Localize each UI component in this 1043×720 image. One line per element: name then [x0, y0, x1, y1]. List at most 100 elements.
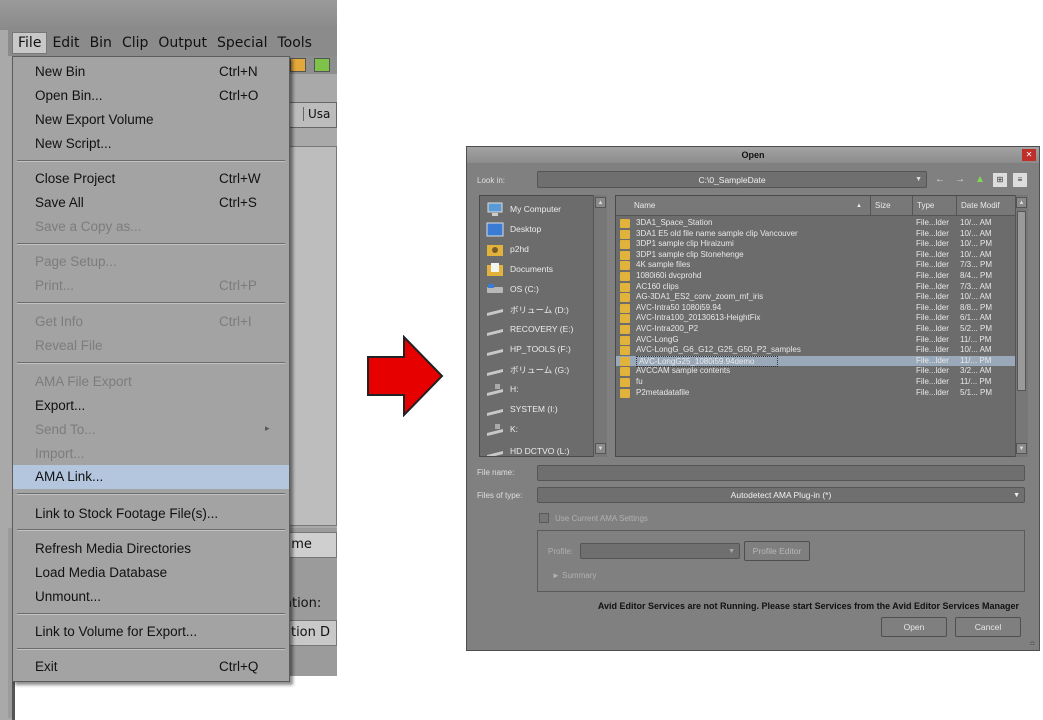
place-os-c[interactable]: OS (C:) [484, 280, 592, 300]
menu-item-export[interactable]: Export... [13, 394, 289, 418]
file-row[interactable]: AVC-Intra100_20130613-HeightFix File...ld… [616, 313, 1016, 324]
toolbar-minimize-button[interactable] [290, 58, 306, 72]
file-row[interactable]: AVC-Intra200_P2 File...lder 5/2... PM [616, 324, 1016, 335]
menu-item-print: Print... Ctrl+P [13, 274, 289, 298]
place-desktop[interactable]: Desktop [484, 220, 592, 240]
menu-bin[interactable]: Bin [85, 33, 117, 53]
menu-item-link-volume-export[interactable]: Link to Volume for Export... [13, 620, 289, 644]
menu-item-load-media-database[interactable]: Load Media Database [13, 561, 289, 585]
place-drive-h[interactable]: H: [484, 380, 592, 400]
files-of-type-select[interactable]: Autodetect AMA Plug-in (*) ▼ [537, 487, 1025, 503]
menu-item-new-bin[interactable]: New Bin Ctrl+N [13, 60, 289, 84]
places-sidebar: My Computer Desktop p2hd Documents OS (C… [479, 195, 607, 457]
file-date: 7/3... AM [960, 281, 992, 291]
menu-item-exit[interactable]: Exit Ctrl+Q [13, 655, 289, 679]
background-tab[interactable]: Usa [303, 107, 330, 121]
file-row[interactable]: 3DA1_Space_Station File...lder 10/... AM [616, 218, 1016, 229]
file-row[interactable]: AVCCAM sample contents File...lder 3/2... … [616, 366, 1016, 377]
file-row[interactable]: fu File...lder 11/... PM [616, 377, 1016, 388]
menu-output[interactable]: Output [153, 33, 212, 53]
file-date: 6/1... AM [960, 313, 992, 323]
scroll-up-icon[interactable]: ▲ [595, 197, 606, 208]
use-ama-settings-label: Use Current AMA Settings [555, 514, 648, 523]
resize-grip-icon[interactable]: ≏ [1029, 639, 1036, 648]
column-label: Name [634, 201, 656, 210]
scroll-down-icon[interactable]: ▼ [1016, 443, 1027, 454]
back-icon[interactable]: ← [933, 173, 947, 187]
column-type-header[interactable]: Type [912, 196, 956, 216]
documents-icon [487, 263, 503, 276]
menu-item-new-script[interactable]: New Script... [13, 132, 289, 156]
places-scrollbar[interactable]: ▲ ▼ [593, 195, 607, 457]
place-drive-d[interactable]: ボリューム (D:) [484, 300, 592, 320]
file-row-selected[interactable]: AVC-LongG25_1080i59.94demo File...lder 11/… [616, 355, 1016, 367]
toolbar-green-button[interactable] [314, 58, 330, 72]
cancel-button[interactable]: Cancel [955, 617, 1021, 637]
place-system-i[interactable]: SYSTEM (I:) [484, 400, 592, 420]
menu-item-label: Page Setup... [35, 254, 117, 269]
file-date: 8/8... PM [960, 302, 993, 312]
up-folder-icon[interactable]: ▲ [973, 173, 987, 187]
file-name: AVC-LongG [636, 334, 679, 344]
file-row[interactable]: AC160 clips File...lder 7/3... AM [616, 282, 1016, 293]
place-recovery-e[interactable]: RECOVERY (E:) [484, 320, 592, 340]
file-list-scrollbar[interactable]: ▲ ▼ [1015, 195, 1028, 457]
menu-item-open-bin[interactable]: Open Bin... Ctrl+O [13, 84, 289, 108]
menu-clip[interactable]: Clip [117, 33, 153, 53]
place-hp-tools-f[interactable]: HP_TOOLS (F:) [484, 340, 592, 360]
column-size-header[interactable]: Size [870, 196, 912, 216]
menu-item-import: Import... [13, 442, 289, 466]
scroll-down-icon[interactable]: ▼ [595, 443, 606, 454]
file-type: File...lder [916, 313, 949, 323]
file-name-input[interactable] [537, 465, 1025, 481]
profile-editor-button[interactable]: Profile Editor [744, 541, 810, 561]
file-row[interactable]: AVC-Intra50 1080i59.94 File...lder 8/8... … [616, 303, 1016, 314]
place-p2hd[interactable]: p2hd [484, 240, 592, 260]
file-date: 10/... AM [960, 345, 992, 355]
open-button[interactable]: Open [881, 617, 947, 637]
place-drive-l[interactable]: HD DCTVO (L:) [484, 442, 592, 456]
forward-icon[interactable]: → [953, 173, 967, 187]
place-documents[interactable]: Documents [484, 260, 592, 280]
background-field-text: ation D [283, 625, 331, 640]
profile-select[interactable]: ▼ [580, 543, 740, 559]
menu-edit[interactable]: Edit [47, 33, 84, 53]
scrollbar-thumb[interactable] [1017, 211, 1026, 391]
file-row[interactable]: 3DA1 E5 old file name sample clip Vancou… [616, 229, 1016, 240]
place-drive-g[interactable]: ボリューム (G:) [484, 360, 592, 380]
place-my-computer[interactable]: My Computer [484, 200, 592, 220]
drive-icon [487, 284, 503, 293]
place-drive-k[interactable]: K: [484, 420, 592, 440]
file-row[interactable]: AG-3DA1_ES2_conv_zoom_mf_iris File...lder… [616, 292, 1016, 303]
menu-item-refresh-media-directories[interactable]: Refresh Media Directories [13, 537, 289, 561]
file-date: 10/... AM [960, 228, 992, 238]
file-row[interactable]: 4K sample files File...lder 7/3... PM [616, 260, 1016, 271]
close-icon[interactable]: ✕ [1022, 149, 1036, 161]
menu-item-close-project[interactable]: Close Project Ctrl+W [13, 167, 289, 191]
menu-item-save-all[interactable]: Save All Ctrl+S [13, 191, 289, 215]
use-ama-settings-checkbox[interactable] [539, 513, 549, 523]
file-row[interactable]: 1080i60i dvcprohd File...lder 8/4... PM [616, 271, 1016, 282]
file-row[interactable]: P2metadatafile File...lder 5/1... PM [616, 388, 1016, 399]
summary-expander[interactable]: ► Summary [552, 571, 596, 580]
menu-item-new-export-volume[interactable]: New Export Volume [13, 108, 289, 132]
file-row[interactable]: AVC-LongG File...lder 11/... PM [616, 335, 1016, 346]
menu-item-ama-link[interactable]: AMA Link... [13, 465, 289, 489]
column-name-header[interactable]: Name ▲ [630, 196, 870, 216]
new-folder-icon[interactable]: ⊞ [993, 173, 1007, 187]
menu-item-link-stock-footage[interactable]: Link to Stock Footage File(s)... [13, 502, 289, 526]
menu-special[interactable]: Special [212, 33, 272, 53]
file-row[interactable]: AVC-LongG_G6_G12_G25_G50_P2_samples File.… [616, 345, 1016, 356]
look-in-combo[interactable]: C:\0_SampleDate ▼ [537, 171, 927, 188]
file-row[interactable]: 3DP1 sample clip Stonehenge File...lder 10… [616, 250, 1016, 261]
file-row[interactable]: 3DP1 sample clip Hiraizumi File...lder 10/… [616, 239, 1016, 250]
file-type: File...lder [916, 292, 949, 302]
column-date-header[interactable]: Date Modif [956, 196, 1016, 216]
menu-tools[interactable]: Tools [272, 33, 317, 53]
computer-icon [487, 202, 503, 216]
menu-file[interactable]: File [12, 32, 48, 54]
place-label: K: [510, 424, 519, 434]
menu-item-unmount[interactable]: Unmount... [13, 585, 289, 609]
scroll-up-icon[interactable]: ▲ [1016, 197, 1027, 208]
list-view-icon[interactable]: ≡ [1013, 173, 1027, 187]
